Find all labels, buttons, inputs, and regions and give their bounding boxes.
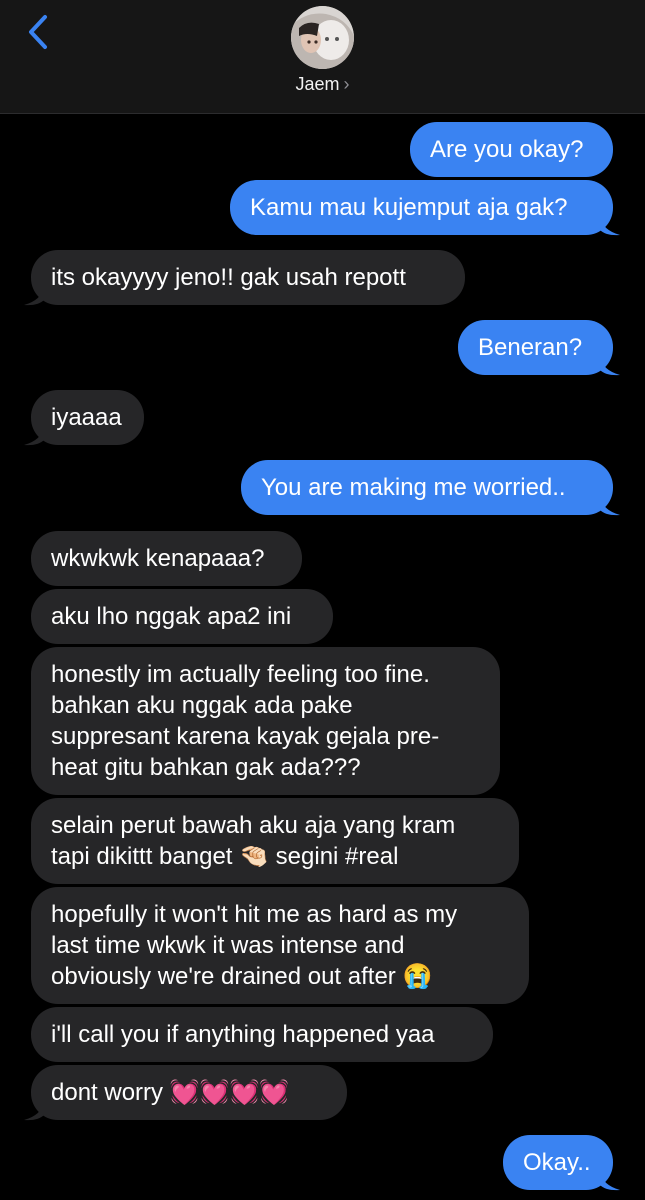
contact-name-button[interactable]: Jaem ›: [0, 74, 645, 95]
message-bubble-received[interactable]: aku lho nggak apa2 ini: [31, 589, 333, 644]
message-bubble-received[interactable]: hopefully it won't hit me as hard as my …: [31, 887, 529, 1004]
message-text: wkwkwk kenapaaa?: [51, 545, 265, 572]
conversation-header: Jaem ›: [0, 0, 645, 114]
message-line: suppresant karena kayak gejala pre-: [51, 723, 440, 750]
message-line: obviously we're drained out after 😭: [51, 963, 433, 990]
bubble-tail: [600, 356, 620, 376]
message-line: bahkan aku nggak ada pake: [51, 692, 353, 719]
message-text: i'll call you if anything happened yaa: [51, 1021, 435, 1048]
message-text: dont worry 💓💓💓💓: [51, 1079, 290, 1106]
contact-avatar[interactable]: [291, 6, 354, 69]
message-text: its okayyyy jeno!! gak usah repott: [51, 264, 406, 291]
message-bubble-sent[interactable]: Beneran?: [458, 320, 613, 375]
message-text: Beneran?: [478, 334, 583, 361]
message-line: last time wkwk it was intense and: [51, 932, 405, 959]
message-bubble-sent[interactable]: Okay..: [503, 1135, 613, 1190]
message-line: selain perut bawah aku aja yang kram: [51, 812, 456, 839]
bubble-tail: [600, 496, 620, 516]
message-bubble-received[interactable]: wkwkwk kenapaaa?: [31, 531, 302, 586]
bubble-tail: [600, 1171, 620, 1191]
message-bubble-sent[interactable]: Are you okay?: [410, 122, 613, 177]
message-text: Are you okay?: [430, 136, 584, 163]
message-text: You are making me worried..: [261, 474, 566, 501]
message-bubble-received[interactable]: its okayyyy jeno!! gak usah repott: [31, 250, 465, 305]
back-button[interactable]: [18, 10, 58, 54]
message-text: Kamu mau kujemput aja gak?: [250, 194, 568, 221]
message-bubble-sent[interactable]: You are making me worried..: [241, 460, 613, 515]
message-bubble-received[interactable]: selain perut bawah aku aja yang kram tap…: [31, 798, 519, 884]
message-text: aku lho nggak apa2 ini: [51, 603, 292, 630]
message-line: honestly im actually feeling too fine.: [51, 661, 430, 688]
message-bubble-received[interactable]: iyaaaa: [31, 390, 144, 445]
message-line: heat gitu bahkan gak ada???: [51, 754, 361, 781]
message-bubble-received[interactable]: i'll call you if anything happened yaa: [31, 1007, 493, 1062]
message-text: iyaaaa: [51, 404, 122, 431]
bubble-tail: [24, 1101, 44, 1121]
bubble-tail: [24, 286, 44, 306]
message-line: hopefully it won't hit me as hard as my: [51, 901, 458, 928]
chevron-right-icon: ›: [343, 74, 350, 94]
message-line: tapi dikittt banget 🤏🏻 segini #real: [51, 843, 399, 870]
message-bubble-received[interactable]: dont worry 💓💓💓💓: [31, 1065, 347, 1120]
message-bubble-received[interactable]: honestly im actually feeling too fine. b…: [31, 647, 500, 795]
bubble-tail: [24, 426, 44, 446]
message-text: Okay..: [523, 1149, 591, 1176]
bubble-tail: [600, 216, 620, 236]
chevron-left-icon: [29, 15, 47, 49]
contact-name: Jaem: [295, 74, 340, 94]
message-bubble-sent[interactable]: Kamu mau kujemput aja gak?: [230, 180, 613, 235]
